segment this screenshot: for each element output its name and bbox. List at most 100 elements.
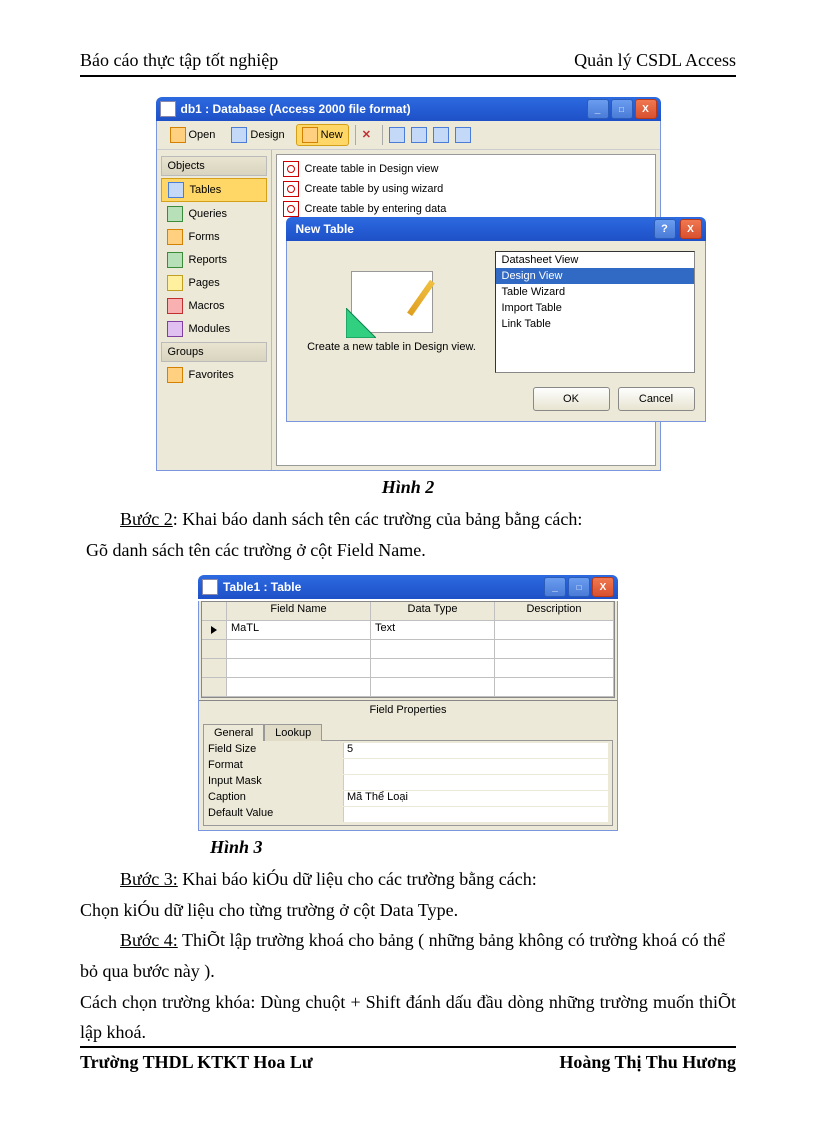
close-button[interactable]: X: [592, 577, 614, 597]
prop-label: Input Mask: [208, 775, 343, 791]
close-button[interactable]: X: [635, 99, 657, 119]
table-title: Table1 : Table: [223, 580, 544, 594]
tab-lookup[interactable]: Lookup: [264, 724, 322, 741]
step-2: Bước 2: Khai báo danh sách tên các trườn…: [80, 504, 736, 535]
tables-label: Tables: [190, 184, 222, 196]
dialog-option[interactable]: Table Wizard: [496, 284, 694, 300]
minimize-button[interactable]: _: [544, 577, 566, 597]
open-button[interactable]: Open: [165, 125, 221, 145]
tab-general[interactable]: General: [203, 724, 264, 741]
dialog-preview-image: [351, 271, 433, 333]
pages-label: Pages: [189, 277, 220, 289]
dialog-options-list[interactable]: Datasheet View Design View Table Wizard …: [495, 251, 695, 373]
step-4-sub: Cách chọn trường khóa: Dùng chuột + Shif…: [80, 987, 736, 1048]
maximize-button[interactable]: □: [611, 99, 633, 119]
prop-format[interactable]: Format: [208, 759, 608, 775]
step-4-label: Bước 4:: [120, 930, 178, 950]
prop-value[interactable]: Mã Thể Loại: [343, 791, 608, 806]
large-icons-button[interactable]: [389, 127, 405, 143]
cell-datatype[interactable]: Text: [371, 621, 495, 639]
dialog-option[interactable]: Link Table: [496, 316, 694, 332]
prop-value[interactable]: [343, 775, 608, 790]
list-item[interactable]: Create table in Design view: [281, 159, 651, 179]
col-description[interactable]: Description: [495, 602, 614, 620]
dialog-option-selected[interactable]: Design View: [496, 268, 694, 284]
table-titlebar[interactable]: Table1 : Table _ □ X: [198, 575, 618, 599]
help-button[interactable]: ?: [654, 219, 676, 239]
db-titlebar[interactable]: db1 : Database (Access 2000 file format)…: [156, 97, 661, 121]
grid-row[interactable]: [202, 640, 614, 659]
dialog-option[interactable]: Import Table: [496, 300, 694, 316]
db-title: db1 : Database (Access 2000 file format): [181, 102, 587, 116]
list-button[interactable]: [433, 127, 449, 143]
header-left: Báo cáo thực tập tốt nghiệp: [80, 50, 278, 71]
step-3-label: Bước 3:: [120, 869, 178, 889]
modules-label: Modules: [189, 323, 231, 335]
sidebar-header-groups[interactable]: Groups: [161, 342, 267, 362]
new-icon: [302, 127, 318, 143]
sidebar-item-modules[interactable]: Modules: [161, 318, 267, 340]
sidebar-header-objects[interactable]: Objects: [161, 156, 267, 176]
small-icons-button[interactable]: [411, 127, 427, 143]
field-grid: Field Name Data Type Description MaTL Te…: [201, 601, 615, 698]
sidebar-item-macros[interactable]: Macros: [161, 295, 267, 317]
new-label: New: [321, 129, 343, 141]
dialog-preview: Create a new table in Design view.: [297, 251, 487, 373]
minimize-button[interactable]: _: [587, 99, 609, 119]
dialog-option[interactable]: Datasheet View: [496, 252, 694, 268]
prop-value[interactable]: 5: [343, 743, 608, 758]
details-button[interactable]: [455, 127, 471, 143]
pencil-icon: [407, 280, 435, 316]
cell-fieldname[interactable]: MaTL: [227, 621, 371, 639]
grid-row[interactable]: [202, 659, 614, 678]
design-button[interactable]: Design: [226, 125, 289, 145]
col-fieldname[interactable]: Field Name: [227, 602, 371, 620]
sidebar-item-forms[interactable]: Forms: [161, 226, 267, 248]
delete-icon[interactable]: ✕: [362, 128, 376, 142]
row-selector-header: [202, 602, 227, 620]
current-row-icon: [211, 626, 217, 634]
step-2-text: : Khai báo danh sách tên các trường của …: [173, 509, 583, 529]
prop-caption[interactable]: CaptionMã Thể Loại: [208, 791, 608, 807]
grid-row[interactable]: [202, 678, 614, 697]
footer-left: Trường THDL KTKT Hoa Lư: [80, 1052, 313, 1073]
list-label: Create table by using wizard: [305, 183, 444, 195]
prop-default[interactable]: Default Value: [208, 807, 608, 823]
list-item[interactable]: Create table by using wizard: [281, 179, 651, 199]
cell-description[interactable]: [495, 621, 614, 639]
new-table-dialog: New Table ? X: [286, 217, 706, 422]
prop-value[interactable]: [343, 807, 608, 822]
prop-value[interactable]: [343, 759, 608, 774]
dialog-close-button[interactable]: X: [680, 219, 702, 239]
toolbar-sep2: [382, 125, 383, 145]
sidebar-item-tables[interactable]: Tables: [161, 178, 267, 202]
sidebar-item-queries[interactable]: Queries: [161, 203, 267, 225]
forms-icon: [167, 229, 183, 245]
sidebar-item-pages[interactable]: Pages: [161, 272, 267, 294]
grid-row[interactable]: MaTL Text: [202, 621, 614, 640]
list-label: Create table by entering data: [305, 203, 447, 215]
ok-button[interactable]: OK: [533, 387, 610, 411]
pages-icon: [167, 275, 183, 291]
macros-label: Macros: [189, 300, 225, 312]
objects-sidebar: Objects Tables Queries Forms Reports Pag…: [157, 150, 272, 470]
footer-rule: [80, 1046, 736, 1048]
prop-inputmask[interactable]: Input Mask: [208, 775, 608, 791]
step-2-label: Bước 2: [120, 509, 173, 529]
reports-icon: [167, 252, 183, 268]
header-rule: [80, 75, 736, 77]
new-button[interactable]: New: [296, 124, 349, 146]
table-window-icon: [202, 579, 218, 595]
forms-label: Forms: [189, 231, 220, 243]
prop-fieldsize[interactable]: Field Size5: [208, 743, 608, 759]
header-right: Quản lý CSDL Access: [574, 50, 736, 71]
row-selector[interactable]: [202, 621, 227, 639]
list-item[interactable]: Create table by entering data: [281, 199, 651, 219]
maximize-button[interactable]: □: [568, 577, 590, 597]
cancel-button[interactable]: Cancel: [618, 387, 695, 411]
col-datatype[interactable]: Data Type: [371, 602, 495, 620]
sidebar-item-favorites[interactable]: Favorites: [161, 364, 267, 386]
favorites-icon: [167, 367, 183, 383]
dialog-titlebar[interactable]: New Table ? X: [286, 217, 706, 241]
sidebar-item-reports[interactable]: Reports: [161, 249, 267, 271]
